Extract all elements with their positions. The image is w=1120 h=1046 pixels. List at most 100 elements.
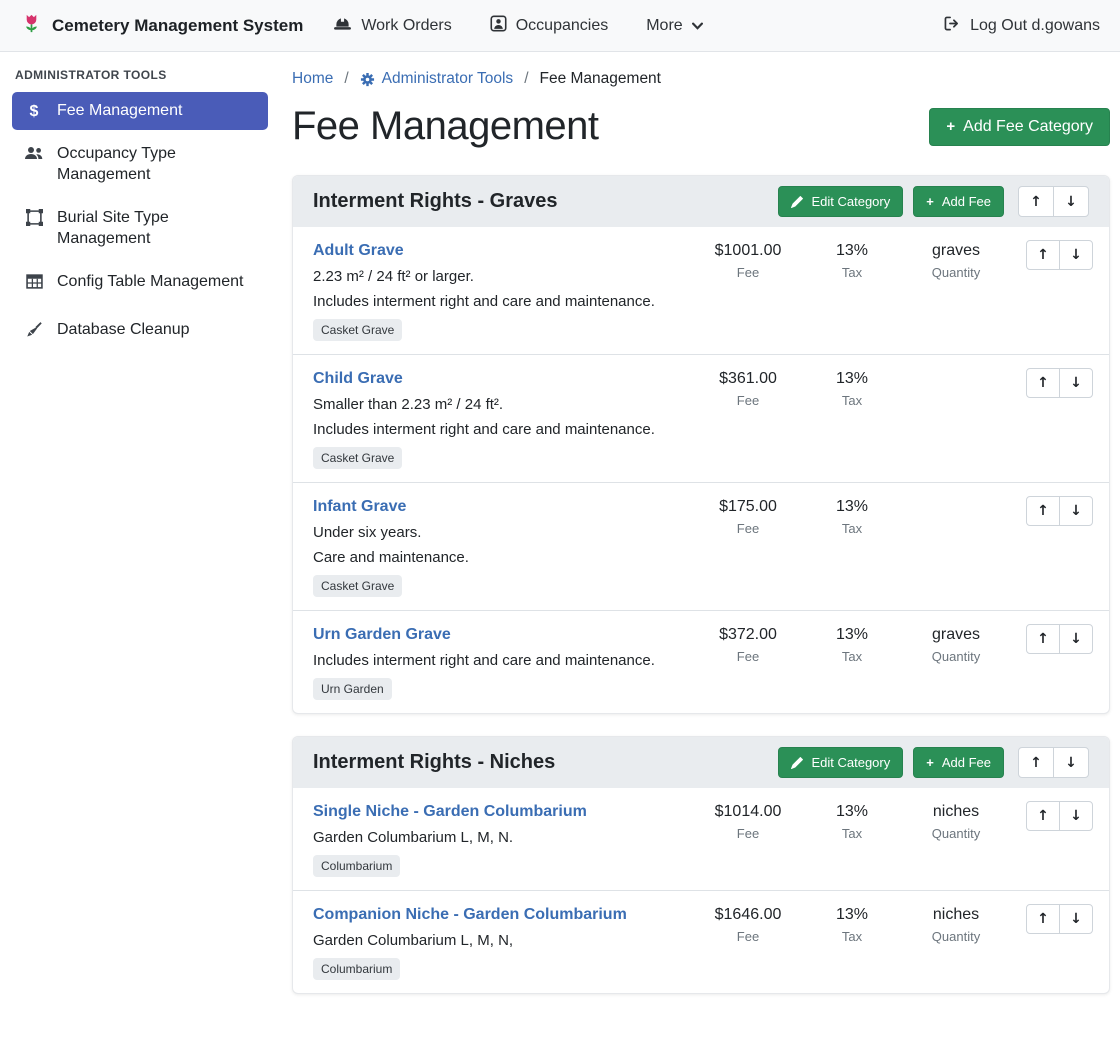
fee-row: Urn Garden Grave Includes interment righ… — [293, 611, 1109, 713]
fee-amount-label: Fee — [696, 826, 800, 841]
arrow-down-icon: ↓ — [1065, 756, 1077, 770]
plus-icon: + — [926, 756, 934, 769]
breadcrumb-home-link[interactable]: Home — [292, 70, 333, 88]
fee-info: Companion Niche - Garden Columbarium Gar… — [313, 904, 696, 980]
fee-tax: 13% — [800, 626, 904, 644]
fee-type-badge: Casket Grave — [313, 319, 402, 341]
fee-move-up-button[interactable]: ↑ — [1026, 904, 1060, 934]
fee-row: Infant Grave Under six years. Care and m… — [293, 483, 1109, 611]
category-header: Interment Rights - Graves Edit Category … — [293, 176, 1109, 227]
add-fee-button[interactable]: + Add Fee — [913, 186, 1004, 217]
fee-quantity-unit: niches — [904, 906, 1008, 924]
arrow-up-icon: ↑ — [1030, 756, 1042, 770]
fee-name-link[interactable]: Child Grave — [313, 370, 403, 388]
main-content: Home / Administrator Tools / Fee Managem… — [280, 52, 1120, 1046]
nav-occupancies[interactable]: Occupancies — [490, 15, 609, 37]
nav-occupancies-label: Occupancies — [516, 17, 609, 35]
fee-amount-cell: $1014.00 Fee — [696, 801, 800, 841]
category-move-down-button[interactable]: ↓ — [1053, 186, 1089, 217]
fee-move-down-button[interactable]: ↓ — [1059, 368, 1093, 398]
category-move-down-button[interactable]: ↓ — [1053, 747, 1089, 778]
arrow-down-icon: ↓ — [1070, 632, 1082, 646]
hard-hat-icon — [333, 16, 352, 36]
edit-category-button[interactable]: Edit Category — [778, 186, 903, 217]
add-fee-button[interactable]: + Add Fee — [913, 747, 1004, 778]
nav-links: Work Orders Occupancies More — [333, 15, 702, 37]
sidebar-item-config-table-management[interactable]: Config Table Management — [12, 263, 268, 305]
fee-tax-label: Tax — [800, 929, 904, 944]
fee-move-down-button[interactable]: ↓ — [1059, 904, 1093, 934]
page-title: Fee Management — [292, 104, 599, 149]
fee-name-link[interactable]: Companion Niche - Garden Columbarium — [313, 906, 627, 924]
fee-name-link[interactable]: Urn Garden Grave — [313, 626, 451, 644]
fee-move-up-button[interactable]: ↑ — [1026, 368, 1060, 398]
fee-move-down-button[interactable]: ↓ — [1059, 801, 1093, 831]
fee-info: Child Grave Smaller than 2.23 m² / 24 ft… — [313, 368, 696, 469]
fee-description: Includes interment right and care and ma… — [313, 293, 688, 310]
fee-tax: 13% — [800, 242, 904, 260]
fee-move-up-button[interactable]: ↑ — [1026, 240, 1060, 270]
fee-name-link[interactable]: Infant Grave — [313, 498, 406, 516]
logout-icon — [943, 16, 961, 36]
breadcrumb-separator: / — [524, 70, 528, 88]
breadcrumb-admin-tools-link[interactable]: Administrator Tools — [360, 70, 514, 88]
fee-reorder-controls: ↑ ↓ — [1022, 496, 1093, 526]
category-move-up-button[interactable]: ↑ — [1018, 186, 1054, 217]
arrow-up-icon: ↑ — [1030, 195, 1042, 209]
fee-quantity-unit: graves — [904, 626, 1008, 644]
sidebar-item-database-cleanup[interactable]: Database Cleanup — [12, 311, 268, 353]
fee-tax: 13% — [800, 370, 904, 388]
fee-tax-cell: 13% Tax — [800, 496, 904, 536]
pencil-icon — [791, 757, 803, 769]
fee-quantity-cell — [904, 368, 1008, 370]
pencil-icon — [791, 196, 803, 208]
fee-amount-label: Fee — [696, 393, 800, 408]
fee-quantity-label: Quantity — [904, 265, 1008, 280]
fee-quantity-unit: niches — [904, 803, 1008, 821]
fee-name-link[interactable]: Adult Grave — [313, 242, 404, 260]
sidebar-item-fee-management[interactable]: $ Fee Management — [12, 92, 268, 130]
fee-move-up-button[interactable]: ↑ — [1026, 801, 1060, 831]
fee-name-link[interactable]: Single Niche - Garden Columbarium — [313, 803, 587, 821]
fee-info: Urn Garden Grave Includes interment righ… — [313, 624, 696, 700]
fee-move-up-button[interactable]: ↑ — [1026, 624, 1060, 654]
sidebar-item-label: Config Table Management — [57, 272, 244, 292]
fee-tax-label: Tax — [800, 265, 904, 280]
edit-category-button[interactable]: Edit Category — [778, 747, 903, 778]
fee-amount-cell: $361.00 Fee — [696, 368, 800, 408]
sidebar-item-burial-site-type-management[interactable]: Burial Site Type Management — [12, 199, 268, 258]
fee-amount-cell: $1646.00 Fee — [696, 904, 800, 944]
fee-move-down-button[interactable]: ↓ — [1059, 240, 1093, 270]
vector-square-icon — [24, 209, 44, 232]
fee-category-card-graves: Interment Rights - Graves Edit Category … — [292, 175, 1110, 714]
category-move-up-button[interactable]: ↑ — [1018, 747, 1054, 778]
fee-description: Garden Columbarium L, M, N. — [313, 829, 688, 846]
arrow-down-icon: ↓ — [1070, 809, 1082, 823]
fee-reorder-controls: ↑ ↓ — [1022, 904, 1093, 934]
fee-amount: $1014.00 — [696, 803, 800, 821]
nav-work-orders[interactable]: Work Orders — [333, 16, 451, 36]
nav-more[interactable]: More — [646, 17, 702, 35]
breadcrumb-current: Fee Management — [540, 70, 662, 88]
fee-move-down-button[interactable]: ↓ — [1059, 624, 1093, 654]
breadcrumb: Home / Administrator Tools / Fee Managem… — [292, 66, 1110, 94]
sidebar: ADMINISTRATOR TOOLS $ Fee Management Occ… — [0, 52, 280, 358]
logout-link[interactable]: Log Out d.gowans — [943, 16, 1100, 36]
arrow-down-icon: ↓ — [1070, 248, 1082, 262]
fee-tax: 13% — [800, 803, 904, 821]
fee-amount-label: Fee — [696, 929, 800, 944]
fee-type-badge: Casket Grave — [313, 575, 402, 597]
fee-tax-cell: 13% Tax — [800, 240, 904, 280]
sidebar-item-label: Fee Management — [57, 101, 182, 121]
fee-amount-cell: $1001.00 Fee — [696, 240, 800, 280]
sidebar-heading: ADMINISTRATOR TOOLS — [12, 68, 268, 92]
fee-move-up-button[interactable]: ↑ — [1026, 496, 1060, 526]
arrow-down-icon: ↓ — [1070, 504, 1082, 518]
fee-amount: $372.00 — [696, 626, 800, 644]
fee-type-badge: Casket Grave — [313, 447, 402, 469]
sidebar-item-occupancy-type-management[interactable]: Occupancy Type Management — [12, 135, 268, 194]
fee-amount-cell: $175.00 Fee — [696, 496, 800, 536]
fee-move-down-button[interactable]: ↓ — [1059, 496, 1093, 526]
fee-description: Garden Columbarium L, M, N, — [313, 932, 688, 949]
add-fee-category-button[interactable]: + Add Fee Category — [929, 108, 1110, 146]
